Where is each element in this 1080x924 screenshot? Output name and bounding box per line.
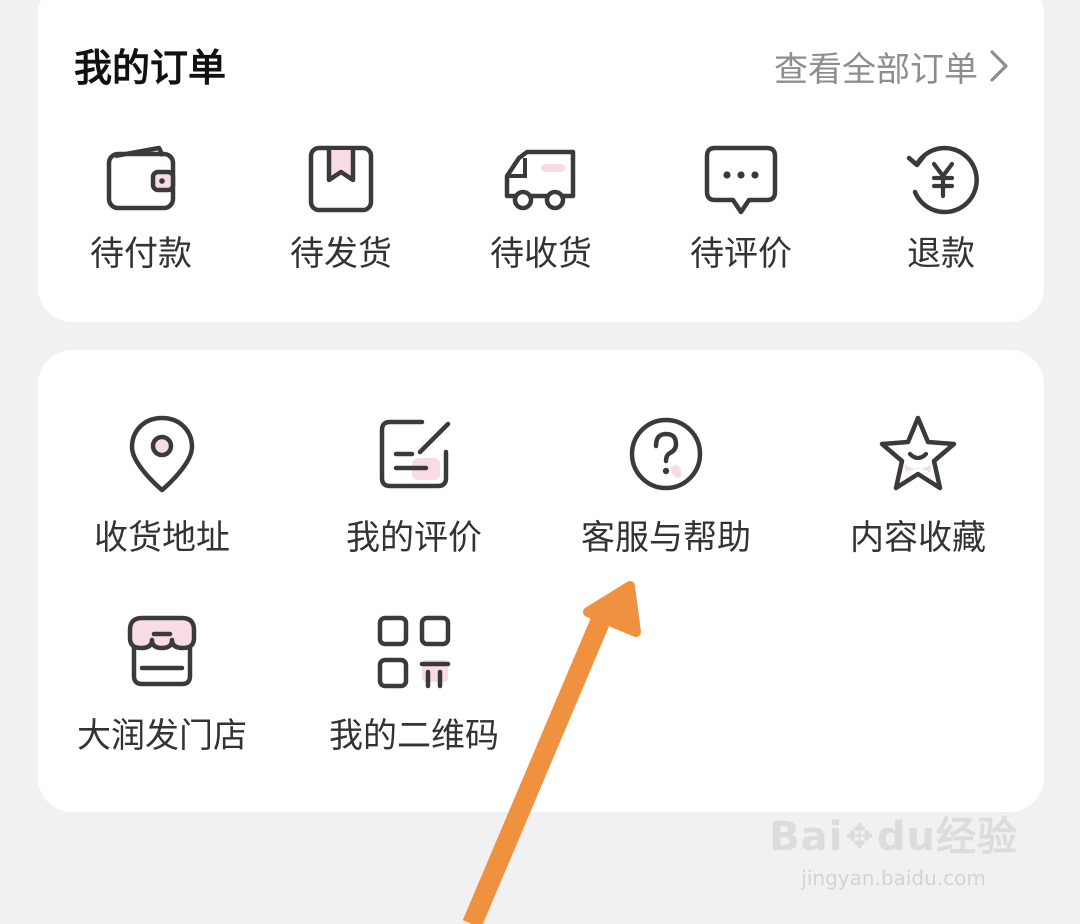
edit-note-icon (379, 419, 451, 489)
service-my-reviews[interactable]: 我的评价 (304, 412, 524, 562)
wallet-icon (106, 145, 176, 211)
my-orders-title: 我的订单 (74, 46, 227, 90)
services-card: 收货地址 我的评价 客服与帮助 内容收藏 大润发门店 我的二维码 (38, 350, 1044, 812)
qr-code-icon (377, 615, 451, 689)
service-my-reviews-label: 我的评价 (346, 518, 482, 558)
comment-icon (704, 145, 778, 215)
watermark-logo-left: Bai (769, 814, 844, 860)
view-all-orders-label: 查看全部订单 (774, 49, 978, 90)
service-rt-mart-stores-label: 大润发门店 (77, 716, 247, 756)
order-pending-receipt-label: 待收货 (490, 234, 592, 274)
refund-icon (906, 145, 979, 215)
watermark-logo-cn: 经验 (936, 814, 1018, 860)
service-content-favorites-label: 内容收藏 (850, 518, 986, 558)
service-my-qr-code[interactable]: 我的二维码 (304, 610, 524, 760)
service-shipping-address-label: 收货地址 (94, 518, 230, 558)
help-circle-icon (629, 417, 703, 491)
service-my-qr-code-label: 我的二维码 (329, 716, 499, 756)
service-customer-help-label: 客服与帮助 (581, 518, 751, 558)
service-content-favorites[interactable]: 内容收藏 (808, 412, 1028, 562)
watermark-logo-right: du (876, 814, 936, 860)
store-icon (127, 615, 197, 687)
order-pending-review-label: 待评价 (690, 234, 792, 274)
order-refund-label: 退款 (907, 234, 975, 274)
baidu-jingyan-watermark: Bai ✥ du 经验 jingyan.baidu.com (769, 812, 1018, 890)
service-customer-help[interactable]: 客服与帮助 (556, 412, 776, 562)
order-pending-review[interactable]: 待评价 (666, 144, 816, 278)
service-shipping-address[interactable]: 收货地址 (52, 412, 272, 562)
paw-icon: ✥ (845, 817, 875, 857)
order-pending-payment-label: 待付款 (90, 234, 192, 274)
service-rt-mart-stores[interactable]: 大润发门店 (52, 610, 272, 760)
watermark-logo: Bai ✥ du 经验 (769, 812, 1018, 862)
order-pending-shipment[interactable]: 待发货 (266, 144, 416, 278)
location-pin-icon (129, 415, 195, 493)
truck-icon (504, 149, 576, 211)
star-icon (879, 415, 957, 491)
watermark-site: jingyan.baidu.com (801, 866, 986, 890)
order-pending-payment[interactable]: 待付款 (66, 144, 216, 278)
order-status-row: 待付款 待发货 待收货 待评价 退款 (38, 144, 1044, 294)
order-pending-receipt[interactable]: 待收货 (466, 144, 616, 278)
chevron-right-icon (990, 50, 1008, 82)
my-orders-card: 我的订单 查看全部订单 待付款 待发货 待收货 待评价 退款 (38, 0, 1044, 322)
order-pending-shipment-label: 待发货 (290, 234, 392, 274)
view-all-orders-link[interactable]: 查看全部订单 (774, 40, 1010, 92)
order-refund[interactable]: 退款 (866, 144, 1016, 278)
package-icon (308, 145, 374, 213)
